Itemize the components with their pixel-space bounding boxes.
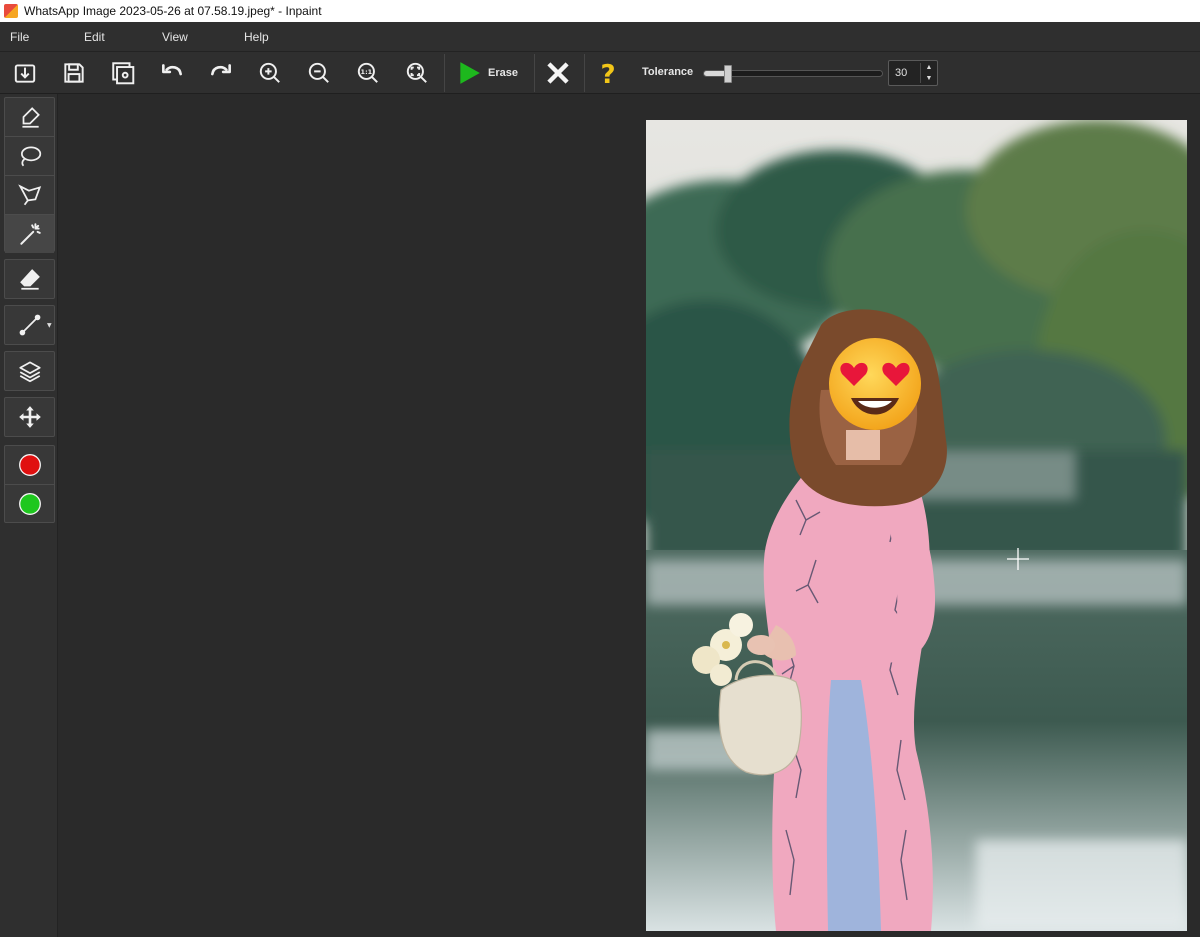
move-tool[interactable]	[5, 398, 54, 436]
stepper-up-icon[interactable]: ▲	[923, 62, 935, 73]
layers-group	[4, 351, 55, 391]
zoom-out-button[interactable]	[302, 57, 336, 89]
eraser-tool[interactable]	[5, 260, 54, 298]
zoom-fit-button[interactable]	[400, 57, 434, 89]
tolerance-label: Tolerance	[642, 66, 694, 78]
green-color-icon	[18, 493, 41, 515]
cancel-button[interactable]	[541, 57, 575, 89]
marker-icon	[21, 107, 40, 128]
toolbar-separator	[584, 54, 585, 92]
polygonal-lasso-tool[interactable]	[5, 176, 54, 214]
erase-label: Erase	[488, 67, 518, 79]
eraser-group	[4, 259, 55, 299]
selection-tools	[4, 97, 55, 253]
close-icon	[547, 62, 569, 84]
redo-button[interactable]	[204, 57, 238, 89]
eraser-icon	[19, 269, 40, 290]
menu-edit[interactable]: Edit	[74, 30, 115, 44]
photo-image[interactable]	[646, 120, 1187, 931]
lasso-tool[interactable]	[5, 137, 54, 175]
magic-wand-icon	[19, 223, 41, 245]
stepper-divider	[920, 63, 921, 83]
title-bar: WhatsApp Image 2023-05-26 at 07.58.19.jp…	[0, 0, 1200, 22]
color-group	[4, 445, 55, 523]
menu-view[interactable]: View	[152, 30, 198, 44]
polygonal-lasso-icon	[17, 184, 41, 206]
svg-text:1:1: 1:1	[361, 68, 373, 76]
window-title: WhatsApp Image 2023-05-26 at 07.58.19.jp…	[24, 4, 322, 18]
save-as-button[interactable]	[106, 57, 140, 89]
move-icon	[18, 406, 41, 428]
image-canvas[interactable]	[646, 120, 1187, 931]
toolbar-separator	[444, 54, 445, 92]
svg-text:?: ?	[600, 60, 615, 86]
line-icon	[19, 314, 40, 336]
toolbar-separator	[534, 54, 535, 92]
toolbar: 1:1 Erase ? Tolerance	[0, 52, 1200, 94]
tolerance-slider[interactable]	[703, 65, 883, 83]
zoom-actual-icon: 1:1	[357, 62, 378, 83]
layers-icon	[18, 361, 41, 383]
menu-bar: File Edit View Help	[0, 22, 1200, 52]
slider-thumb[interactable]	[724, 65, 732, 83]
help-button[interactable]: ?	[591, 57, 625, 89]
save-as-icon	[112, 62, 135, 85]
save-button[interactable]	[57, 57, 91, 89]
zoom-out-icon	[308, 62, 329, 83]
red-color-icon	[18, 454, 41, 476]
undo-icon	[162, 64, 182, 76]
zoom-in-icon	[259, 62, 280, 83]
open-button[interactable]	[8, 57, 42, 89]
save-icon	[64, 63, 84, 83]
tool-sidebar: ▼	[0, 94, 58, 937]
layers-tool[interactable]	[5, 352, 54, 390]
magic-wand-tool[interactable]	[5, 215, 54, 253]
undo-button[interactable]	[155, 57, 189, 89]
redo-icon	[211, 64, 231, 76]
tolerance-value[interactable]: 30	[895, 67, 907, 79]
red-color-tool[interactable]	[5, 446, 54, 484]
menu-help[interactable]: Help	[234, 30, 279, 44]
play-icon	[460, 62, 480, 84]
marker-tool[interactable]	[5, 98, 54, 136]
zoom-in-button[interactable]	[253, 57, 287, 89]
menu-file[interactable]: File	[0, 30, 39, 44]
open-icon	[14, 64, 36, 83]
move-group	[4, 397, 55, 437]
lasso-icon	[20, 146, 41, 167]
app-icon	[4, 4, 18, 18]
stepper-down-icon[interactable]: ▼	[923, 73, 935, 84]
help-icon: ?	[600, 60, 615, 86]
erase-button[interactable]: Erase	[448, 56, 532, 90]
tolerance-stepper[interactable]: 30 ▲ ▼	[888, 60, 938, 86]
zoom-actual-button[interactable]: 1:1	[351, 57, 385, 89]
line-dropdown-arrow-icon[interactable]: ▼	[47, 322, 52, 329]
zoom-fit-icon	[406, 62, 427, 83]
green-color-tool[interactable]	[5, 485, 54, 523]
